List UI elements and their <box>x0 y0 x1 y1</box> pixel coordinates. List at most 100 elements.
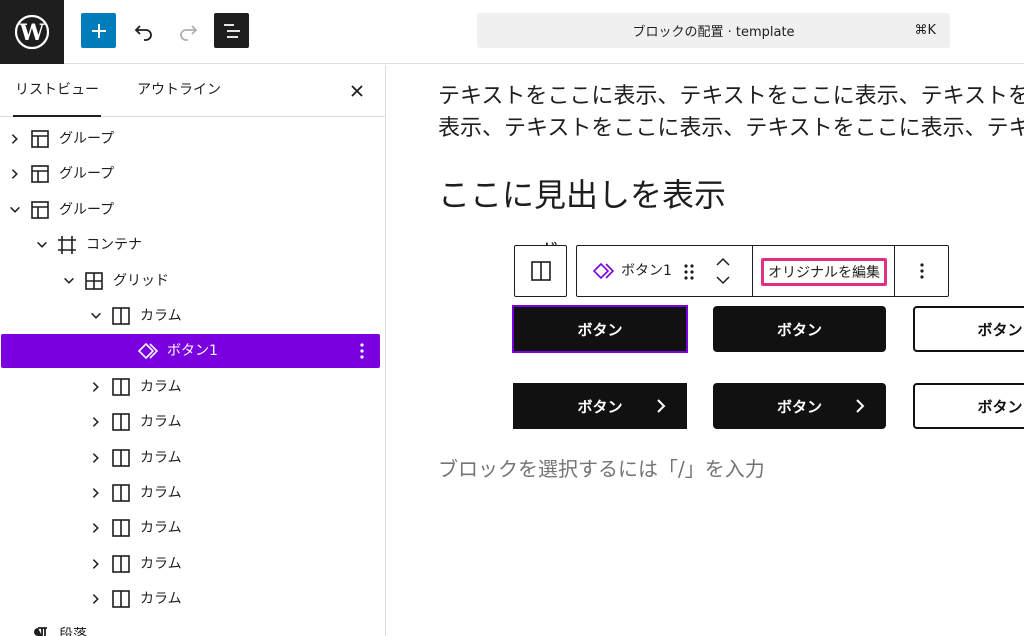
wordpress-logo-button[interactable]: W <box>0 0 64 64</box>
tree-row[interactable]: カラム <box>1 441 380 475</box>
tree-row-label: 段落 <box>59 626 87 636</box>
group-icon <box>30 129 50 149</box>
wordpress-icon: W <box>14 14 50 50</box>
editor-header: W ブロックの配置 · template ⌘K <box>0 0 1024 64</box>
edit-original-button[interactable]: オリジナルを編集 <box>761 258 887 286</box>
tree-row-label: グリッド <box>113 272 169 289</box>
chevron-down-icon[interactable] <box>34 237 50 253</box>
column-icon <box>111 412 131 432</box>
block-toolbar: ボタン1 オリジナルを編集 <box>576 245 949 297</box>
tree-row[interactable]: グリッド <box>1 264 380 298</box>
chevron-down-icon[interactable] <box>61 273 77 289</box>
column-icon <box>530 261 551 281</box>
tree-row[interactable]: 段落 <box>1 618 380 636</box>
container-icon <box>57 235 77 255</box>
tree-row[interactable]: カラム <box>1 582 380 616</box>
tree-row[interactable]: カラム <box>1 547 380 581</box>
block-appender-placeholder[interactable]: ブロックを選択するには「/」を入力 <box>438 453 765 485</box>
tree-row-label: カラム <box>140 378 182 395</box>
column-icon <box>111 448 131 468</box>
tab-list-view[interactable]: リストビュー <box>13 65 101 117</box>
chevron-right-icon[interactable] <box>88 450 104 466</box>
tree-row[interactable]: グループ <box>1 193 380 227</box>
column-icon <box>111 306 131 326</box>
button-block[interactable]: ボタン <box>913 306 1024 352</box>
chevron-right-icon[interactable] <box>7 166 23 182</box>
tree-row-label: カラム <box>140 449 182 466</box>
document-title: ブロックの配置 · template <box>632 25 795 40</box>
more-vertical-icon[interactable] <box>352 341 372 361</box>
chevron-right-icon[interactable] <box>88 520 104 536</box>
drag-handle-icon[interactable] <box>683 263 695 281</box>
tree-row-label: カラム <box>140 555 182 572</box>
document-overview-button[interactable] <box>214 13 249 48</box>
paragraph-line: テキストをここに表示、テキストをここに表示、テキストをここに <box>438 84 1024 109</box>
redo-button[interactable] <box>170 13 205 48</box>
column-icon <box>111 554 131 574</box>
chevron-right-icon[interactable] <box>88 556 104 572</box>
svg-text:W: W <box>19 20 45 46</box>
tree-row[interactable]: カラム <box>1 511 380 545</box>
command-shortcut: ⌘K <box>914 23 936 38</box>
pattern-icon <box>593 262 615 280</box>
button-block[interactable]: ボタン <box>713 306 886 352</box>
tree-row[interactable]: グループ <box>1 157 380 191</box>
undo-button[interactable] <box>126 13 161 48</box>
tab-outline[interactable]: アウトライン <box>135 65 223 117</box>
heading-block[interactable]: ここに見出しを表示 <box>438 171 726 219</box>
select-parent-button[interactable] <box>514 245 567 297</box>
chevron-right-icon <box>850 396 870 416</box>
button-block[interactable]: ボタン <box>512 305 688 353</box>
block-switcher[interactable]: ボタン1 <box>577 246 752 296</box>
move-up-icon[interactable] <box>715 256 731 268</box>
pattern-icon <box>138 341 158 361</box>
block-options-button[interactable] <box>895 246 949 296</box>
button-label: ボタン <box>776 397 822 416</box>
tree-row[interactable]: カラム <box>1 299 380 333</box>
column-icon <box>111 518 131 538</box>
command-palette-bar[interactable]: ブロックの配置 · template ⌘K <box>477 13 950 48</box>
close-icon <box>351 85 363 97</box>
move-down-icon[interactable] <box>715 274 731 286</box>
chevron-down-icon[interactable] <box>88 308 104 324</box>
chevron-right-icon[interactable] <box>88 485 104 501</box>
plus-icon <box>91 23 106 38</box>
tree-row[interactable]: カラム <box>1 405 380 439</box>
paragraph-icon <box>30 625 50 636</box>
group-icon <box>30 164 50 184</box>
chevron-right-icon[interactable] <box>88 414 104 430</box>
add-block-button[interactable] <box>81 13 116 48</box>
tree-row-label: ボタン1 <box>167 343 218 360</box>
tree-row[interactable]: ボタン1 <box>1 334 380 369</box>
column-icon <box>111 483 131 503</box>
close-sidebar-button[interactable] <box>345 79 369 103</box>
toolbar-divider <box>752 246 753 296</box>
column-icon <box>111 589 131 609</box>
tree-row-label: カラム <box>140 308 182 324</box>
more-vertical-icon <box>920 263 924 279</box>
tree-row[interactable]: コンテナ <box>1 228 380 262</box>
chevron-right-icon[interactable] <box>88 379 104 395</box>
paragraph-block[interactable]: テキストをここに表示、テキストをここに表示、テキストをここに 表示、テキストをこ… <box>438 81 1024 145</box>
button-label: ボタン <box>577 397 623 416</box>
sidebar-tabs: リストビュー アウトライン <box>0 65 385 117</box>
editor-canvas[interactable]: テキストをここに表示、テキストをここに表示、テキストをここに 表示、テキストをこ… <box>386 65 1024 636</box>
group-icon <box>30 200 50 220</box>
chevron-right-icon[interactable] <box>7 131 23 147</box>
list-view-icon <box>223 23 240 38</box>
tree-row-label: カラム <box>140 414 182 431</box>
undo-icon <box>134 24 152 41</box>
button-block-with-arrow[interactable]: ボタン <box>513 383 687 429</box>
redo-icon <box>179 24 197 41</box>
chevron-right-icon[interactable] <box>88 591 104 607</box>
tree-row-label: カラム <box>140 485 182 501</box>
tree-row[interactable]: グループ <box>1 122 380 156</box>
tree-row[interactable]: カラム <box>1 370 380 404</box>
chevron-down-icon[interactable] <box>7 202 23 218</box>
button-block-with-arrow[interactable]: ボタン <box>713 383 886 429</box>
tree-row-label: カラム <box>140 520 182 537</box>
list-view-sidebar: リストビュー アウトライン グループ グループ グループ コンテナ グリッド カラム ボタン… <box>0 65 386 636</box>
column-icon <box>111 377 131 397</box>
button-block[interactable]: ボタン <box>913 383 1024 429</box>
tree-row[interactable]: カラム <box>1 476 380 510</box>
